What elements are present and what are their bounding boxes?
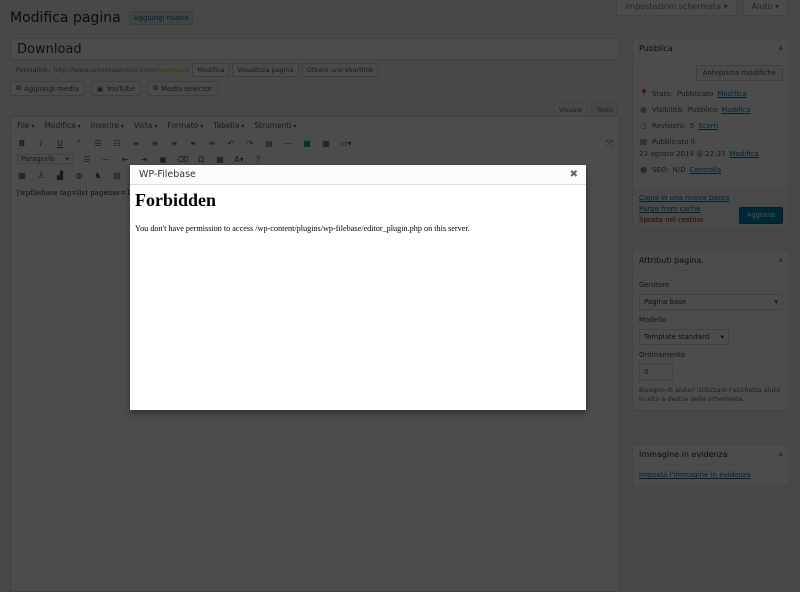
wp-filebase-modal: WP-Filebase ✖ Forbidden You don't have p… xyxy=(130,165,586,410)
close-icon[interactable]: ✖ xyxy=(570,169,578,180)
error-heading: Forbidden xyxy=(135,190,217,210)
modal-body: Forbidden You don't have permission to a… xyxy=(130,185,586,238)
error-message: You don't have permission to access /wp-… xyxy=(135,224,470,233)
modal-header: WP-Filebase ✖ xyxy=(130,165,586,185)
modal-title: WP-Filebase xyxy=(139,169,196,180)
